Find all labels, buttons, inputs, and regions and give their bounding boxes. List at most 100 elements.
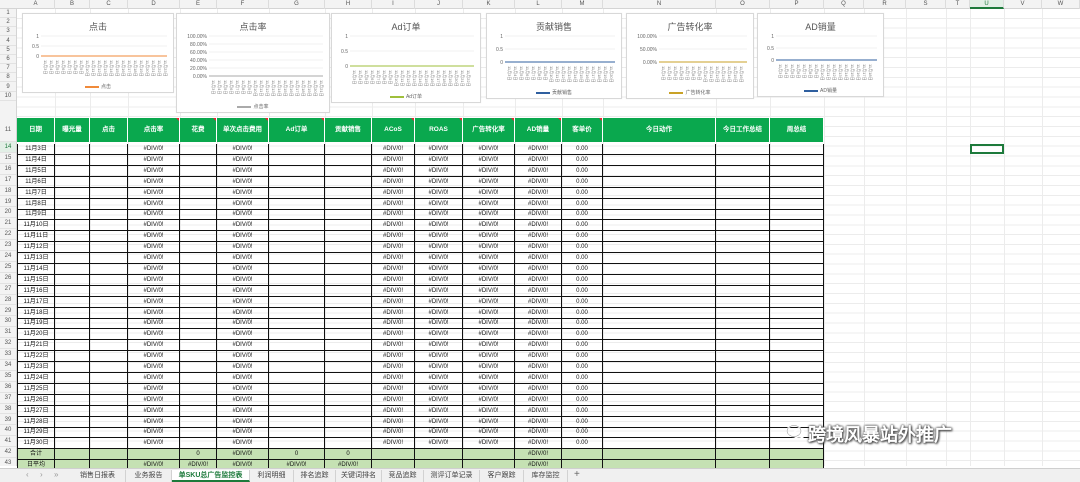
table-cell[interactable] xyxy=(269,176,325,188)
table-cell[interactable] xyxy=(269,340,325,352)
comment-marker-icon[interactable] xyxy=(558,118,561,121)
table-cell[interactable]: 11月23日 xyxy=(17,362,55,373)
table-cell[interactable] xyxy=(180,198,217,210)
table-cell[interactable] xyxy=(269,274,325,286)
comment-marker-icon[interactable] xyxy=(411,118,414,121)
row-header-25[interactable]: 25 xyxy=(0,262,16,273)
table-cell[interactable]: #DIV/0! xyxy=(515,187,562,199)
table-cell[interactable]: 0.00 xyxy=(562,285,603,297)
table-cell[interactable] xyxy=(55,285,90,297)
table-cell[interactable] xyxy=(55,154,90,166)
chart-6[interactable]: AD销量 1 0.5 0 11月3日 11月4日 11月5日 11月6日 11月7日 11月8日 1… xyxy=(757,13,884,97)
table-cell[interactable] xyxy=(716,144,770,155)
table-cell[interactable]: 11月18日 xyxy=(17,307,55,319)
sheet-tab[interactable]: 客户跟踪 xyxy=(480,470,524,482)
table-cell[interactable] xyxy=(325,220,372,232)
table-cell[interactable]: #DIV/0! xyxy=(128,329,180,341)
column-header-K[interactable]: K xyxy=(463,0,515,9)
table-cell[interactable]: 0.00 xyxy=(562,209,603,221)
sheet-tab[interactable]: 竞品追踪 xyxy=(382,470,424,482)
table-cell[interactable]: #DIV/0! xyxy=(217,285,269,297)
table-cell[interactable]: #DIV/0! xyxy=(128,351,180,363)
table-cell[interactable] xyxy=(770,144,824,155)
table-cell[interactable]: 0.00 xyxy=(562,144,603,155)
table-cell[interactable] xyxy=(55,427,90,439)
table-cell[interactable]: #DIV/0! xyxy=(515,274,562,286)
table-cell[interactable] xyxy=(770,351,824,363)
table-cell[interactable] xyxy=(180,242,217,254)
table-cell[interactable] xyxy=(716,405,770,417)
table-cell[interactable]: #DIV/0! xyxy=(415,231,463,243)
table-cell[interactable] xyxy=(603,405,716,417)
table-cell[interactable]: #DIV/0! xyxy=(515,351,562,363)
row-header-9[interactable]: 9 xyxy=(0,83,16,92)
table-cell[interactable] xyxy=(269,187,325,199)
table-cell[interactable]: #DIV/0! xyxy=(515,263,562,275)
table-cell[interactable] xyxy=(180,383,217,395)
table-cell[interactable] xyxy=(325,187,372,199)
table-cell[interactable]: #DIV/0! xyxy=(515,383,562,395)
table-cell[interactable] xyxy=(180,427,217,439)
table-cell[interactable] xyxy=(269,242,325,254)
table-cell[interactable]: #DIV/0! xyxy=(128,231,180,243)
table-cell[interactable] xyxy=(603,198,716,210)
table-cell[interactable] xyxy=(603,449,716,461)
row-header-14[interactable]: 14 xyxy=(0,142,16,153)
table-cell[interactable] xyxy=(770,187,824,199)
comment-marker-icon[interactable] xyxy=(459,118,462,121)
table-cell[interactable] xyxy=(603,362,716,373)
table-cell[interactable]: #DIV/0! xyxy=(128,318,180,330)
table-cell[interactable]: #DIV/0! xyxy=(372,253,415,264)
table-cell[interactable] xyxy=(180,296,217,308)
table-cell[interactable]: #DIV/0! xyxy=(128,154,180,166)
table-cell[interactable]: 11月7日 xyxy=(17,187,55,199)
table-cell[interactable]: #DIV/0! xyxy=(463,340,515,352)
column-heading[interactable]: 客单价 xyxy=(562,118,603,142)
table-cell[interactable]: #DIV/0! xyxy=(515,329,562,341)
table-cell[interactable] xyxy=(55,416,90,428)
table-cell[interactable]: 11月22日 xyxy=(17,351,55,363)
row-header-2[interactable]: 2 xyxy=(0,18,16,28)
table-cell[interactable] xyxy=(55,340,90,352)
table-cell[interactable] xyxy=(325,198,372,210)
row-header-34[interactable]: 34 xyxy=(0,360,16,371)
table-cell[interactable]: 11月21日 xyxy=(17,340,55,352)
table-cell[interactable] xyxy=(716,427,770,439)
table-cell[interactable] xyxy=(55,383,90,395)
table-cell[interactable] xyxy=(325,405,372,417)
table-cell[interactable] xyxy=(372,449,415,461)
table-cell[interactable]: #DIV/0! xyxy=(372,220,415,232)
table-cell[interactable]: #DIV/0! xyxy=(217,231,269,243)
table-cell[interactable]: #DIV/0! xyxy=(415,198,463,210)
table-cell[interactable] xyxy=(180,165,217,177)
table-cell[interactable]: #DIV/0! xyxy=(128,220,180,232)
table-cell[interactable]: 11月25日 xyxy=(17,383,55,395)
chart-4[interactable]: 贡献销售 1 0.5 0 11月3日 11月4日 11月5日 11月6日 11月7日 11月8日 1… xyxy=(486,13,622,99)
table-cell[interactable]: 0.00 xyxy=(562,154,603,166)
column-header-U[interactable]: U xyxy=(970,0,1004,9)
table-cell[interactable]: #DIV/0! xyxy=(128,242,180,254)
table-cell[interactable] xyxy=(325,340,372,352)
row-header-37[interactable]: 37 xyxy=(0,393,16,404)
table-cell[interactable]: 11月26日 xyxy=(17,394,55,406)
table-cell[interactable] xyxy=(770,296,824,308)
table-cell[interactable] xyxy=(770,405,824,417)
comment-marker-icon[interactable] xyxy=(213,118,216,121)
column-header-L[interactable]: L xyxy=(515,0,562,9)
table-cell[interactable]: #DIV/0! xyxy=(372,263,415,275)
table-cell[interactable]: #DIV/0! xyxy=(372,274,415,286)
table-cell[interactable] xyxy=(325,253,372,264)
table-cell[interactable]: #DIV/0! xyxy=(463,220,515,232)
table-cell[interactable]: 0.00 xyxy=(562,176,603,188)
table-cell[interactable]: #DIV/0! xyxy=(515,253,562,264)
column-heading[interactable]: 点击 xyxy=(90,118,128,142)
table-cell[interactable]: #DIV/0! xyxy=(217,449,269,461)
table-cell[interactable]: #DIV/0! xyxy=(463,307,515,319)
table-cell[interactable] xyxy=(180,438,217,450)
table-cell[interactable] xyxy=(603,274,716,286)
table-cell[interactable]: #DIV/0! xyxy=(217,187,269,199)
row-header-30[interactable]: 30 xyxy=(0,316,16,328)
column-header-G[interactable]: G xyxy=(269,0,325,9)
table-cell[interactable]: #DIV/0! xyxy=(415,274,463,286)
table-cell[interactable]: #DIV/0! xyxy=(463,372,515,384)
